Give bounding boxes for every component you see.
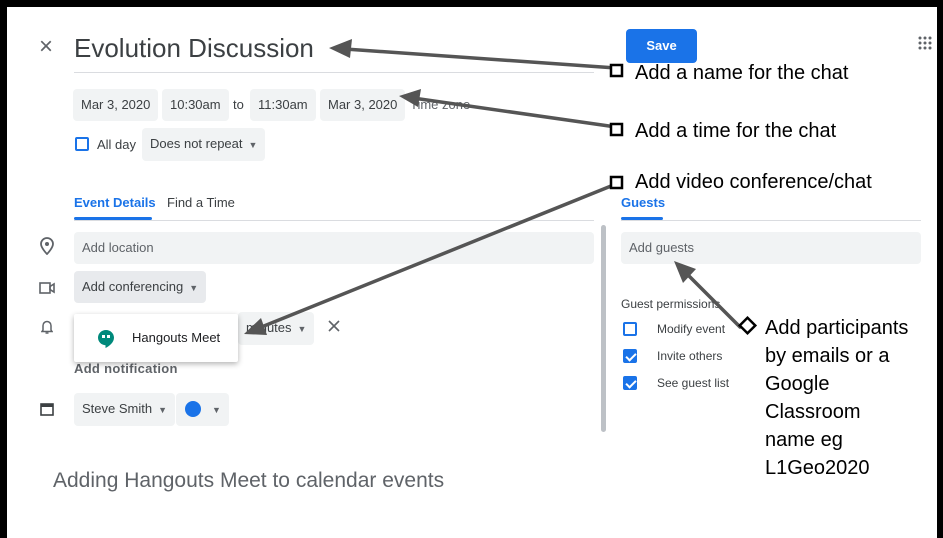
arrowhead-time xyxy=(399,89,421,107)
marker-participants xyxy=(737,315,758,336)
arrow-name xyxy=(343,47,618,70)
marker-time xyxy=(609,122,624,137)
marker-name xyxy=(609,63,624,78)
annotation-video: Add video conference/chat xyxy=(635,171,872,193)
annotation-participants-line2: by emails or a xyxy=(765,345,890,367)
arrowhead-name xyxy=(329,39,352,58)
annotation-participants-line1: Add participants xyxy=(765,317,909,339)
annotation-time: Add a time for the chat xyxy=(635,120,837,142)
arrow-video xyxy=(257,182,618,330)
annotation-name: Add a name for the chat xyxy=(635,62,849,84)
annotation-participants-line5: name eg xyxy=(765,429,843,451)
arrowhead-video xyxy=(244,318,267,335)
annotation-participants-line4: Classroom xyxy=(765,401,861,423)
marker-video xyxy=(609,175,624,190)
annotation-participants-line3: Google xyxy=(765,373,830,395)
arrow-time xyxy=(411,96,618,129)
screenshot-frame: × Evolution Discussion Save Mar 3, 2020 … xyxy=(7,7,937,538)
annotation-participants-line6: L1Geo2020 xyxy=(765,457,870,479)
arrow-participants xyxy=(680,267,742,329)
